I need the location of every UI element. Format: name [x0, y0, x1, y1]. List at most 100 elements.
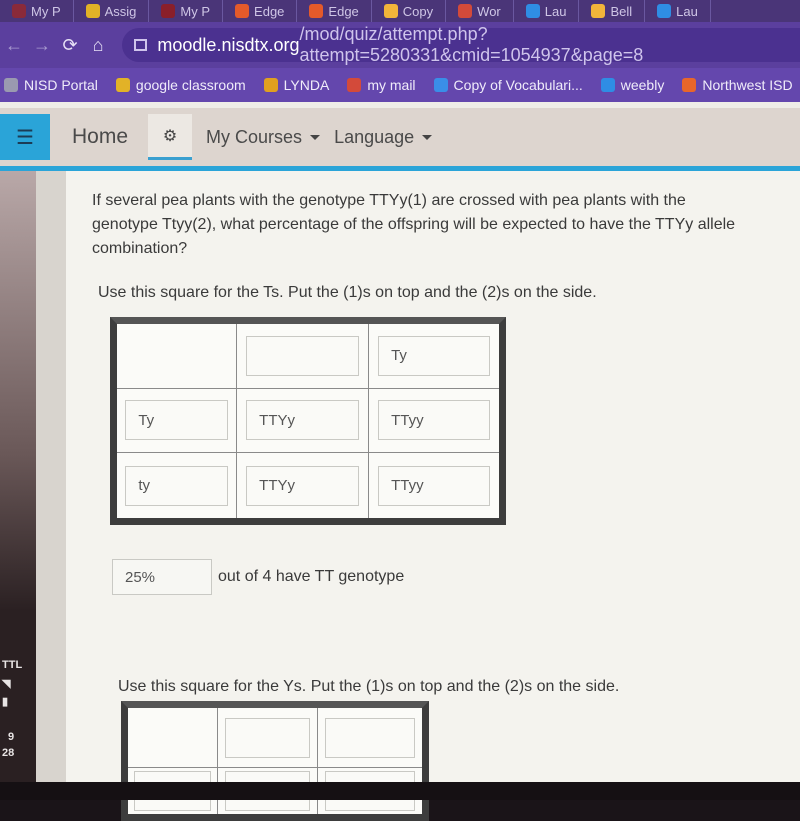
punnett-cell [237, 388, 369, 454]
question-text: If several pea plants with the genotype … [92, 192, 736, 257]
clock-hour: 9 [8, 731, 15, 743]
instruction-ts: Use this square for the Ts. Put the (1)s… [98, 284, 597, 301]
tab-label: Bell [610, 3, 633, 19]
browser-tab-strip: My P Assig My P Edge Edge Copy Wor Lau Bell Lau [0, 0, 800, 22]
punnett-square-y [121, 701, 429, 821]
clock-minute: 28 [2, 747, 15, 759]
tab-favicon-icon [657, 4, 672, 18]
tab-label: Assig [104, 3, 137, 19]
tab-favicon-icon [525, 4, 540, 18]
punnett-cell [117, 324, 237, 389]
my-courses-label: My Courses [206, 126, 303, 147]
quiz-content: If several pea plants with the genotype … [66, 171, 800, 821]
tab-favicon-icon [12, 4, 26, 18]
gears-icon: ⚙ [162, 127, 178, 145]
tab-favicon-icon [383, 4, 398, 18]
tab-favicon-icon [458, 4, 473, 18]
answer-suffix: out of 4 have TT genotype [218, 568, 405, 585]
taskbar-edge: TTL ◥ ▮ 9 28 [0, 171, 36, 800]
bookmark-label: weebly [620, 77, 665, 93]
browser-tab[interactable]: Bell [579, 0, 646, 22]
classroom-icon [115, 78, 130, 92]
forward-button[interactable]: → [28, 35, 56, 56]
reload-button[interactable]: ⟳ [56, 35, 84, 56]
chevron-down-icon [310, 134, 321, 140]
punnett-input[interactable] [325, 717, 415, 758]
punnett-cell [369, 453, 499, 518]
tab-favicon-icon [85, 4, 100, 18]
bookmark-item[interactable]: Northwest ISD [682, 77, 793, 93]
tab-favicon-icon [161, 4, 176, 18]
nav-home-link[interactable]: Home [72, 125, 128, 149]
tab-label: Edge [254, 3, 285, 19]
bookmark-item[interactable]: LYNDA [263, 77, 329, 93]
punnett-cell [117, 388, 237, 454]
punnett-input[interactable] [246, 335, 359, 376]
tab-favicon-icon [309, 4, 324, 18]
url-input[interactable]: moodle.nisdtx.org/mod/quiz/attempt.php?a… [122, 24, 800, 65]
browser-tab[interactable]: My P [149, 0, 224, 22]
url-path: /mod/quiz/attempt.php?attempt=5280331&cm… [299, 24, 644, 65]
menu-toggle-button[interactable]: ☰ [0, 114, 50, 160]
punnett-input[interactable] [378, 400, 490, 441]
bookmark-item[interactable]: google classroom [115, 77, 246, 93]
bookmark-item[interactable]: Copy of Vocabulari... [433, 77, 583, 93]
answer-row: out of 4 have TT genotype [112, 559, 404, 595]
punnett-cell [117, 453, 237, 518]
docs-icon [433, 78, 448, 92]
language-label: Language [334, 126, 415, 147]
hamburger-icon: ☰ [16, 126, 34, 149]
browser-tab[interactable]: Assig [74, 0, 150, 22]
punnett-input[interactable] [246, 400, 359, 441]
my-courses-dropdown[interactable]: My Courses [206, 126, 321, 148]
bookmark-label: NISD Portal [24, 77, 98, 93]
home-button[interactable]: ⌂ [84, 35, 112, 56]
url-host: moodle.nisdtx.org [157, 34, 300, 55]
tab-label: My P [180, 3, 211, 19]
site-info-icon[interactable] [134, 39, 148, 51]
language-dropdown[interactable]: Language [334, 126, 433, 148]
browser-tab[interactable]: Edge [297, 0, 372, 22]
browser-tab[interactable]: Lau [514, 0, 580, 22]
punnett-cell [128, 708, 218, 768]
bookmark-label: google classroom [135, 77, 246, 93]
punnett-cell [237, 453, 369, 518]
tab-label: My P [31, 3, 61, 19]
punnett-input[interactable] [125, 400, 228, 441]
punnett-square-t [110, 317, 506, 525]
gmail-icon [347, 78, 362, 92]
bookmark-item[interactable]: NISD Portal [4, 77, 98, 93]
punnett-input[interactable] [246, 465, 359, 506]
instruction-ys: Use this square for the Ys. Put the (1)s… [118, 678, 620, 695]
lynda-icon [263, 78, 278, 92]
settings-gear-button[interactable]: ⚙ [148, 114, 193, 160]
page-margin [36, 171, 66, 800]
browser-tab[interactable]: Lau [645, 0, 711, 22]
punnett-cell [237, 324, 369, 389]
battery-icon: ▮ [2, 696, 9, 708]
back-button[interactable]: ← [0, 35, 28, 56]
tab-label: Lau [544, 3, 567, 19]
wifi-icon: ◥ [2, 678, 11, 690]
tab-favicon-icon [235, 4, 250, 18]
punnett-cell [369, 389, 499, 454]
punnett-cell [218, 708, 318, 768]
tab-label: Wor [477, 3, 501, 19]
tab-label: Lau [676, 3, 698, 19]
bookmark-label: Northwest ISD [702, 77, 793, 93]
browser-tab[interactable]: Copy [372, 0, 447, 22]
punnett-input[interactable] [125, 465, 228, 506]
bookmark-label: Copy of Vocabulari... [453, 77, 583, 93]
browser-tab[interactable]: Edge [223, 0, 298, 22]
bookmarks-bar: NISD Portal google classroom LYNDA my mail C… [0, 68, 800, 102]
answer-input[interactable] [112, 559, 212, 595]
browser-tab[interactable]: Wor [446, 0, 514, 22]
punnett-input[interactable] [378, 335, 490, 376]
bookmark-item[interactable]: my mail [347, 77, 416, 93]
punnett-cell [318, 708, 422, 768]
bookmark-item[interactable]: weebly [600, 77, 665, 93]
browser-tab[interactable]: My P [0, 0, 74, 22]
punnett-input[interactable] [224, 717, 311, 758]
bookmark-label: my mail [367, 77, 416, 93]
punnett-input[interactable] [378, 465, 490, 506]
